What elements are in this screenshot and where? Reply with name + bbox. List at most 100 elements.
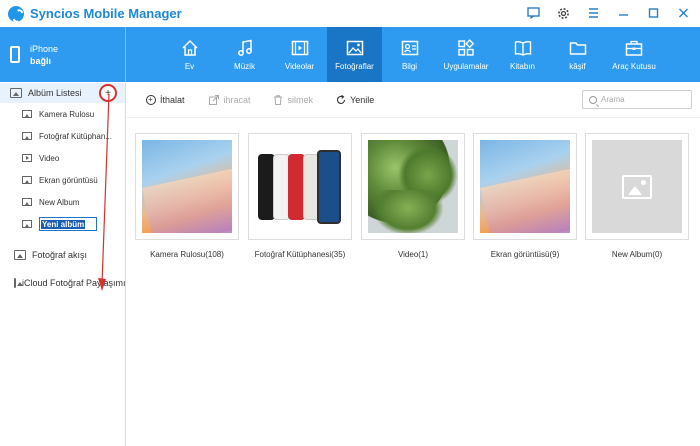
export-button[interactable]: ihracat [209,94,251,105]
phone-icon [10,46,20,63]
refresh-button[interactable]: Yenile [335,94,374,105]
album-card-photo-library[interactable]: Fotoğraf Kütüphanesi(35) [248,133,352,259]
album-label: Ekran görüntüsü(9) [490,250,560,259]
photo-icon [22,198,32,206]
video-icon [291,39,309,57]
import-button[interactable]: + İthalat [145,94,185,105]
device-name: iPhone [30,43,59,54]
phone-image [317,150,341,224]
nav-tab-music[interactable]: Müzik [217,27,272,82]
photo-icon [22,220,32,228]
album-thumbnail-frame [248,133,352,240]
app-window: Syncios Mobile Manager iPhone bağlı Ev M… [0,0,700,446]
sidebar-album-label: Kamera Rulosu [39,109,95,119]
nav-tab-videos[interactable]: Videolar [272,27,327,82]
search-icon [589,95,597,104]
book-icon [514,39,532,57]
album-card-video[interactable]: Video(1) [361,133,465,259]
album-list-icon [10,88,22,98]
album-thumbnail-frame [135,133,239,240]
album-card-camera-roll[interactable]: Kamera Rulosu(108) [135,133,239,259]
minimize-icon[interactable] [614,4,632,22]
apps-icon [457,38,475,57]
app-title: Syncios Mobile Manager [30,6,182,21]
device-info[interactable]: iPhone bağlı [0,27,126,82]
top-navigation: iPhone bağlı Ev Müzik Videolar Fotoğrafl… [0,27,700,82]
nav-tab-photos[interactable]: Fotoğraflar [327,27,382,82]
album-thumbnail-frame [361,133,465,240]
nav-tab-explorer[interactable]: kâşif [550,27,605,82]
sidebar-photo-stream[interactable]: Fotoğraf akışı [0,241,125,269]
album-thumbnail [480,140,570,233]
sidebar-album-screenshot[interactable]: Ekran görüntüsü [0,169,125,191]
album-card-new-album[interactable]: New Album(0) [585,133,689,259]
nav-tab-label: Müzik [234,61,255,71]
album-thumbnail [255,140,345,233]
nav-tab-label: Bilgi [401,61,418,71]
album-thumbnail [142,140,232,233]
album-list-header[interactable]: Albüm Listesi + [0,83,125,103]
album-label: Video(1) [397,250,429,259]
sidebar-album-label: Ekran görüntüsü [39,175,98,185]
nav-tab-home[interactable]: Ev [162,27,217,82]
folder-icon [569,39,587,57]
nav-tab-apps[interactable]: Uygulamalar [437,27,495,82]
search-box [582,90,692,109]
nav-tab-label: Uygulamalar [443,61,489,71]
nav-tab-label: Kitabın [510,61,535,71]
album-label: Fotoğraf Kütüphanesi(35) [254,250,346,259]
sidebar-album-new-album[interactable]: New Album [0,191,125,213]
empty-album-icon [622,174,652,199]
sidebar-album-label: New Album [39,197,80,207]
music-icon [236,39,254,57]
album-grid: Kamera Rulosu(108) Fotoğraf Kütüphanesi(… [127,124,700,446]
export-label: ihracat [223,94,251,105]
nav-tab-toolbox[interactable]: Araç Kutusu [605,27,663,82]
album-label: New Album(0) [611,250,663,259]
icloud-icon [14,278,23,288]
sidebar-album-rename-row: Yeni albüm [0,213,125,235]
sidebar-album-camera-roll[interactable]: Kamera Rulosu [0,103,125,125]
nav-tab-label: Fotoğraflar [335,61,374,71]
sidebar-icloud-sharing[interactable]: iCloud Fotoğraf Paylaşımı [0,269,125,297]
photo-stream-icon [14,250,26,260]
nav-tab-label: kâşif [569,61,586,71]
album-list-title: Albüm Listesi [28,88,82,98]
album-card-screenshot[interactable]: Ekran görüntüsü(9) [473,133,577,259]
toolbox-icon [625,39,643,57]
search-input[interactable] [601,95,691,104]
photo-icon [22,110,32,118]
sidebar-album-video[interactable]: Video [0,147,125,169]
photo-icon [22,176,32,184]
delete-button[interactable]: silmek [273,94,314,105]
nav-tab-label: Ev [184,61,195,71]
nav-tab-label: Videolar [284,61,315,71]
menu-icon[interactable] [584,4,602,22]
home-icon [181,39,199,57]
device-status: bağlı [30,55,52,66]
sidebar: Albüm Listesi + Kamera Rulosu Fotoğraf K… [0,82,126,446]
settings-gear-icon[interactable] [554,4,572,22]
close-icon[interactable] [674,4,692,22]
new-album-name-value: Yeni albüm [41,219,86,229]
delete-label: silmek [287,94,314,105]
feedback-icon[interactable] [524,4,542,22]
window-controls [524,4,692,22]
nav-tab-books[interactable]: Kitabın [495,27,550,82]
contacts-icon [401,39,419,57]
new-album-name-input[interactable]: Yeni albüm [39,217,97,231]
sidebar-section-label: iCloud Fotoğraf Paylaşımı [22,278,125,288]
sidebar-section-label: Fotoğraf akışı [32,250,88,260]
album-thumbnail [368,140,458,233]
sidebar-album-label: Video [39,153,60,163]
album-thumbnail-frame [473,133,577,240]
nav-tabs: Ev Müzik Videolar Fotoğraflar Bilgi Uygu… [162,27,663,82]
maximize-icon[interactable] [644,4,662,22]
refresh-icon [335,94,346,105]
refresh-label: Yenile [350,94,375,105]
album-thumbnail-frame [585,133,689,240]
nav-tab-info[interactable]: Bilgi [382,27,437,82]
add-album-button[interactable]: + [99,84,117,102]
syncios-logo-icon [8,5,24,22]
sidebar-album-photo-library[interactable]: Fotoğraf Kütüphan... [0,125,125,147]
